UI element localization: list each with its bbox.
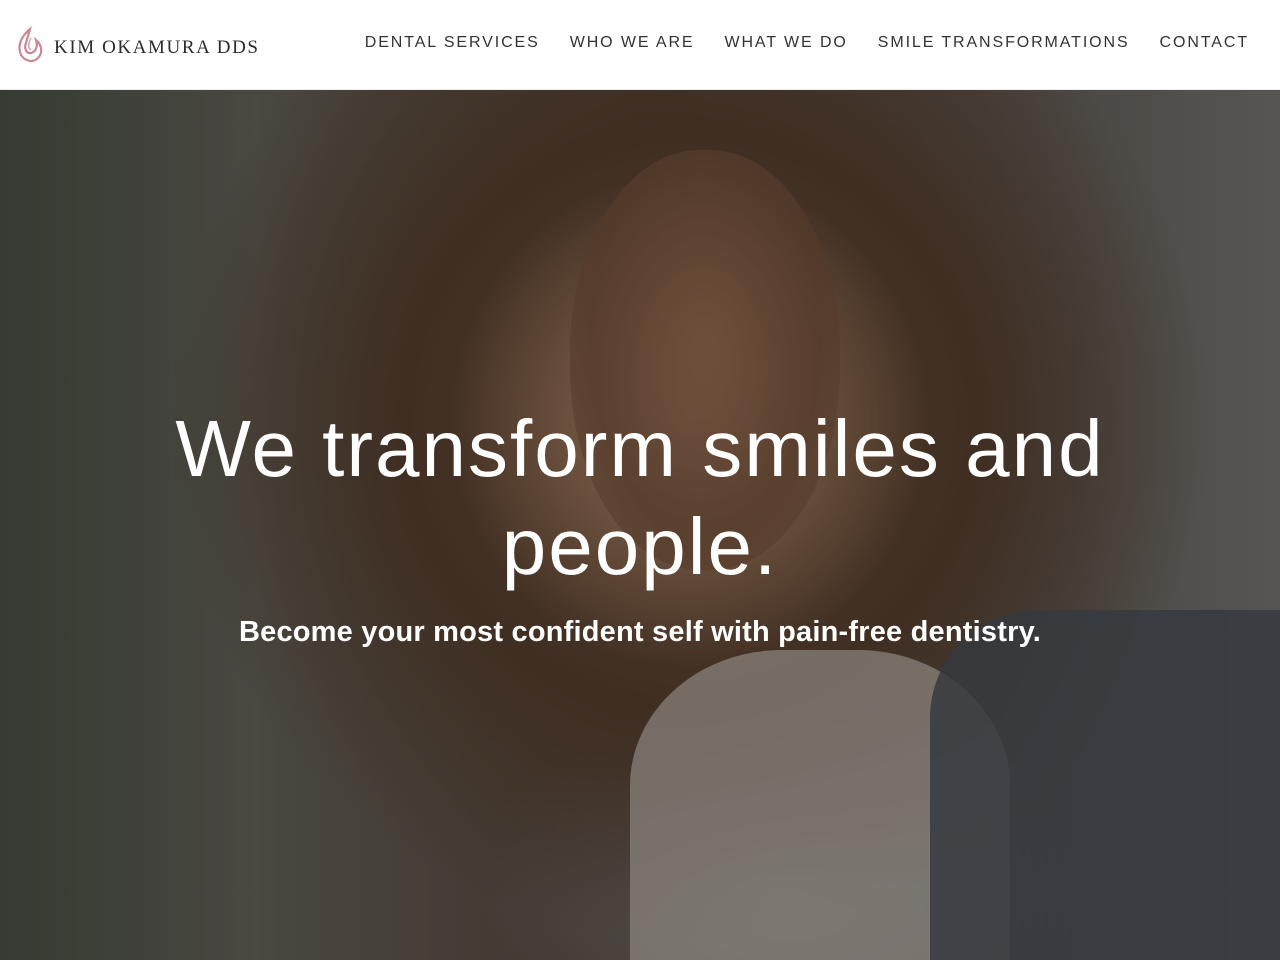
site-logo[interactable]: KIM OKAMURA DDS: [14, 26, 260, 66]
nav-item-what-we-do[interactable]: WHAT WE DO: [724, 34, 847, 52]
hero-content: We transform smiles and people. Become y…: [0, 400, 1280, 649]
flame-logo-icon: [18, 26, 43, 62]
brand-name: KIM OKAMURA DDS: [54, 37, 260, 58]
site-header: KIM OKAMURA DDS DENTAL SERVICES WHO WE A…: [0, 0, 1280, 90]
main-navigation: DENTAL SERVICES WHO WE ARE WHAT WE DO SM…: [365, 34, 1249, 52]
nav-item-dental-services[interactable]: DENTAL SERVICES: [365, 34, 540, 52]
nav-item-contact[interactable]: CONTACT: [1160, 34, 1249, 52]
nav-item-who-we-are[interactable]: WHO WE ARE: [570, 34, 695, 52]
hero-title: We transform smiles and people.: [175, 404, 1105, 591]
nav-item-smile-transformations[interactable]: SMILE TRANSFORMATIONS: [878, 34, 1130, 52]
hero-subtitle: Become your most confident self with pai…: [238, 616, 1042, 648]
hero-section: We transform smiles and people. Become y…: [0, 90, 1280, 960]
